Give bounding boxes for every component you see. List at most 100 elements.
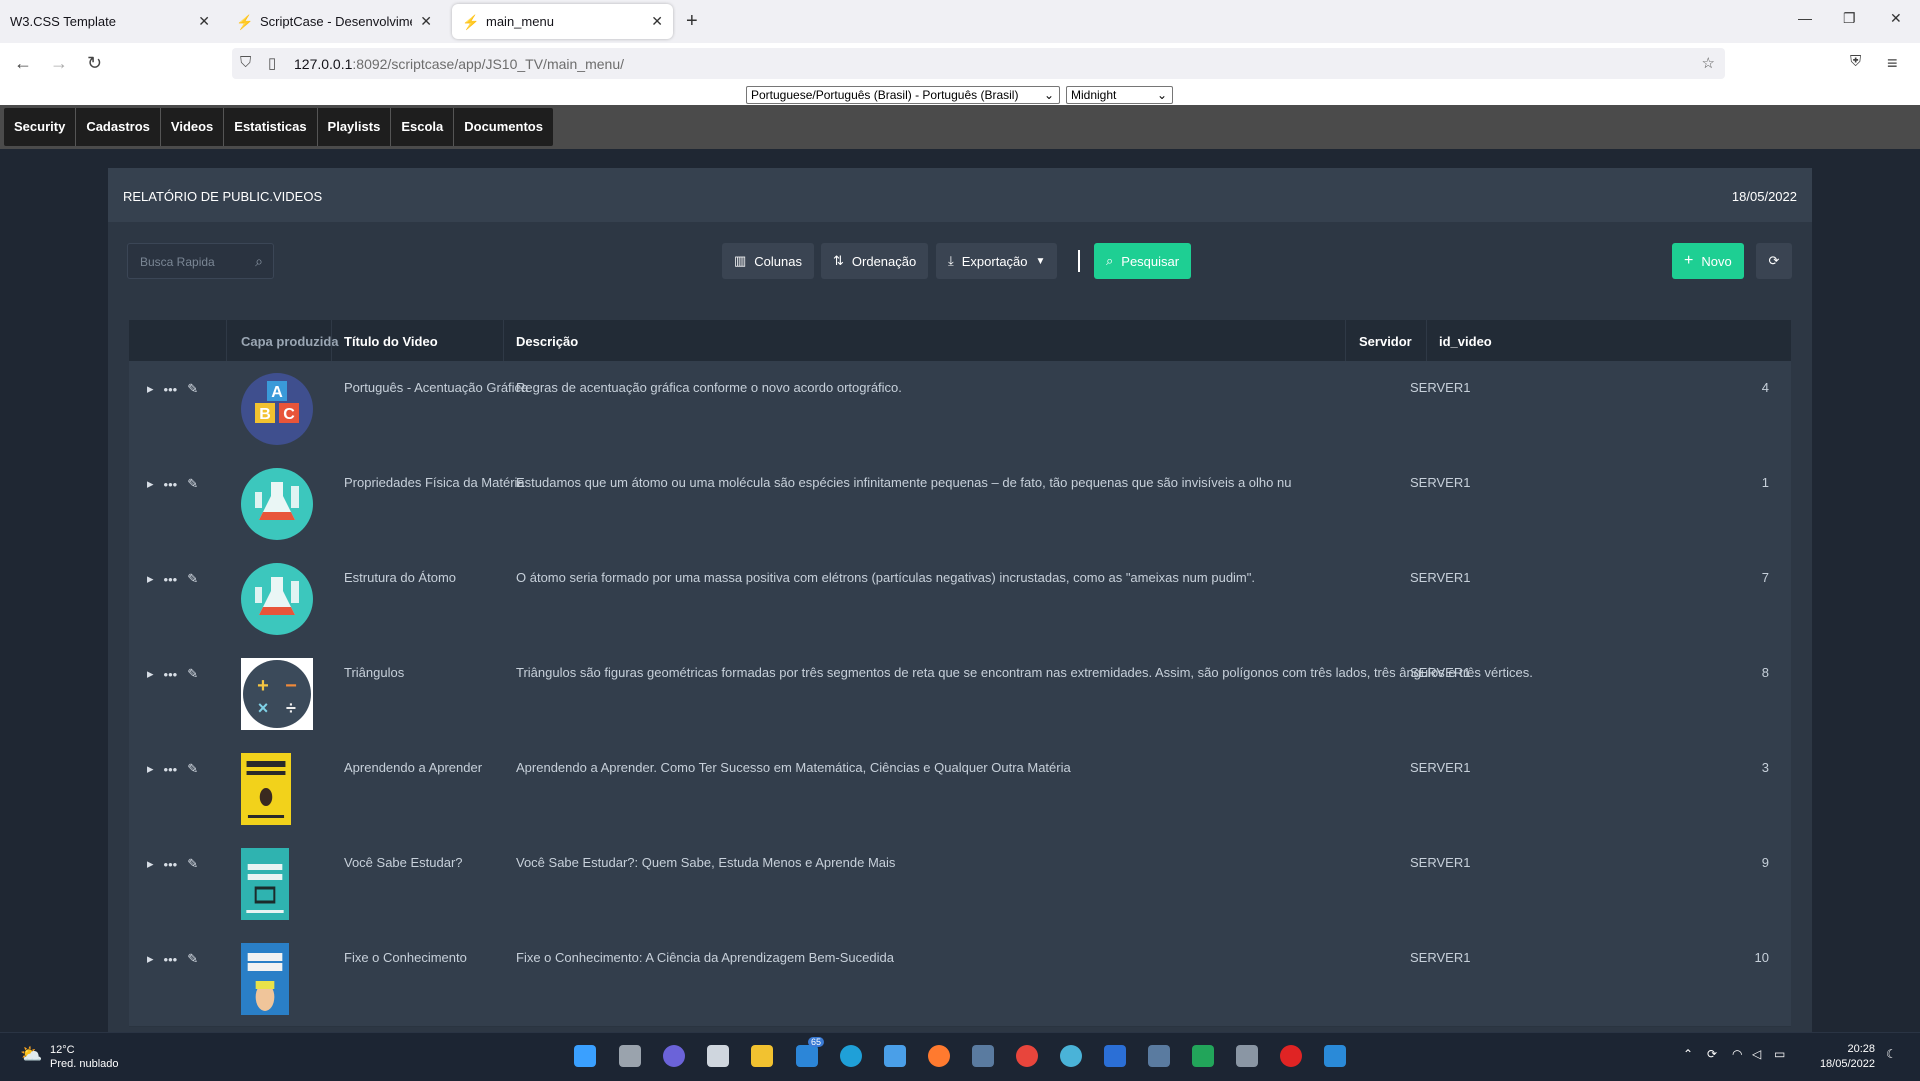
- menu-item-videos[interactable]: Videos: [161, 108, 225, 146]
- expand-caret-icon[interactable]: ▸: [147, 761, 154, 777]
- search-button[interactable]: ⌕ Pesquisar: [1094, 243, 1192, 279]
- more-dots-icon[interactable]: •••: [164, 667, 178, 682]
- forward-arrow-icon[interactable]: →: [50, 53, 68, 74]
- back-arrow-icon[interactable]: ←: [14, 53, 32, 74]
- menu-item-documentos[interactable]: Documentos: [454, 108, 553, 146]
- col-header-cover[interactable]: Capa produzida: [241, 334, 339, 349]
- table-row[interactable]: ▸ ••• ✎ Fixe o Conhecimento Fixe o Conhe…: [129, 931, 1791, 1027]
- edit-icon[interactable]: ✎: [187, 761, 198, 777]
- menu-item-playlists[interactable]: Playlists: [318, 108, 392, 146]
- calculator-icon[interactable]: [1236, 1045, 1258, 1067]
- svg-text:B: B: [259, 406, 271, 423]
- browser-tab-scriptcase[interactable]: ⚡ ScriptCase - Desenvolvimento - ✕: [226, 4, 442, 39]
- table-row[interactable]: ▸ ••• ✎ Você Sabe Estudar? Você Sabe Est…: [129, 836, 1791, 932]
- edit-icon[interactable]: ✎: [187, 856, 198, 872]
- columns-button[interactable]: ▥ Colunas: [722, 243, 814, 279]
- more-dots-icon[interactable]: •••: [164, 762, 178, 777]
- language-select[interactable]: Portuguese/Português (Brasil) - Portuguê…: [746, 86, 1060, 104]
- theme-select[interactable]: Midnight ⌄: [1066, 86, 1173, 104]
- firefox-icon[interactable]: [928, 1045, 950, 1067]
- url-bar[interactable]: ⛉ ▯ 127.0.0.1:8092/scriptcase/app/JS10_T…: [232, 48, 1725, 79]
- col-header-description[interactable]: Descrição: [516, 334, 578, 349]
- col-header-id[interactable]: id_video: [1439, 334, 1492, 349]
- pocket-icon[interactable]: ⛨: [1850, 53, 1861, 70]
- spreadsheet-icon[interactable]: [1192, 1045, 1214, 1067]
- chrome-icon[interactable]: [1016, 1045, 1038, 1067]
- cover-book-aprendendo-image: [241, 753, 291, 825]
- file-tool-icon[interactable]: [707, 1045, 729, 1067]
- new-tab-plus-icon[interactable]: +: [686, 10, 698, 33]
- row-actions: ▸ ••• ✎: [147, 951, 198, 967]
- expand-caret-icon[interactable]: ▸: [147, 381, 154, 397]
- postgres-icon[interactable]: [972, 1045, 994, 1067]
- col-header-server[interactable]: Servidor: [1359, 334, 1412, 349]
- reload-icon[interactable]: ↻: [87, 53, 102, 74]
- search-icon[interactable]: ⌕: [255, 253, 263, 270]
- window-close-icon[interactable]: ✕: [1890, 10, 1902, 27]
- bookmark-star-icon[interactable]: ☆: [1702, 54, 1715, 72]
- menu-item-estatisticas[interactable]: Estatisticas: [224, 108, 318, 146]
- more-dots-icon[interactable]: •••: [164, 857, 178, 872]
- battery-icon[interactable]: ▭: [1774, 1047, 1785, 1061]
- chat-icon[interactable]: [663, 1045, 685, 1067]
- windows-start-icon[interactable]: [574, 1045, 596, 1067]
- file-explorer-icon[interactable]: [751, 1045, 773, 1067]
- edit-icon[interactable]: ✎: [187, 666, 198, 682]
- table-row[interactable]: ▸ ••• ✎ A B C Português - Acentuação Grá…: [129, 361, 1791, 457]
- wifi-icon[interactable]: ◠: [1732, 1047, 1742, 1061]
- expand-caret-icon[interactable]: ▸: [147, 666, 154, 682]
- system-clock[interactable]: 20:28 18/05/2022: [1820, 1042, 1875, 1072]
- expand-caret-icon[interactable]: ▸: [147, 856, 154, 872]
- edit-icon[interactable]: ✎: [187, 381, 198, 397]
- volume-icon[interactable]: ◁: [1752, 1047, 1761, 1061]
- table-row[interactable]: ▸ ••• ✎ Aprendendo a Aprender Aprendendo…: [129, 741, 1791, 837]
- more-dots-icon[interactable]: •••: [164, 952, 178, 967]
- col-header-title[interactable]: Título do Video: [344, 334, 438, 349]
- expand-caret-icon[interactable]: ▸: [147, 951, 154, 967]
- hamburger-menu-icon[interactable]: ≡: [1887, 53, 1898, 74]
- browser-tab-main-menu[interactable]: ⚡ main_menu ✕: [452, 4, 673, 39]
- mail-icon[interactable]: 65: [796, 1037, 825, 1067]
- notification-icon[interactable]: ☾: [1886, 1047, 1897, 1061]
- cell-id: 9: [1761, 855, 1769, 870]
- sync-icon[interactable]: ⟳: [1707, 1047, 1717, 1061]
- more-dots-icon[interactable]: •••: [164, 572, 178, 587]
- globe-icon[interactable]: [1060, 1045, 1082, 1067]
- edge-browser-icon[interactable]: [840, 1045, 862, 1067]
- export-button[interactable]: ⤓ Exportação ▼: [936, 243, 1058, 279]
- table-row[interactable]: ▸ ••• ✎ Estrutura do Átomo O átomo seria…: [129, 551, 1791, 647]
- url-text[interactable]: 127.0.0.1:8092/scriptcase/app/JS10_TV/ma…: [294, 56, 624, 72]
- ordering-button[interactable]: ⇅ Ordenação: [821, 243, 929, 279]
- columns-icon: ▥: [734, 253, 747, 268]
- close-icon[interactable]: ✕: [420, 13, 432, 30]
- chevron-up-icon[interactable]: ⌃: [1683, 1047, 1693, 1061]
- close-icon[interactable]: ✕: [198, 13, 210, 30]
- vscode-icon[interactable]: [1324, 1045, 1346, 1067]
- task-view-icon[interactable]: [619, 1045, 641, 1067]
- edit-icon[interactable]: ✎: [187, 476, 198, 492]
- menu-item-escola[interactable]: Escola: [391, 108, 455, 146]
- browser-tab-w3css[interactable]: W3.CSS Template ✕: [0, 4, 220, 39]
- minimize-icon[interactable]: —: [1798, 10, 1812, 26]
- menu-item-security[interactable]: Security: [4, 108, 77, 146]
- new-button[interactable]: + Novo: [1672, 243, 1744, 279]
- more-dots-icon[interactable]: •••: [164, 477, 178, 492]
- word-document-icon[interactable]: [1104, 1045, 1126, 1067]
- edit-icon[interactable]: ✎: [187, 571, 198, 587]
- opera-icon[interactable]: [1280, 1045, 1302, 1067]
- expand-caret-icon[interactable]: ▸: [147, 476, 154, 492]
- shield-icon[interactable]: ⛉: [240, 54, 251, 71]
- table-row[interactable]: ▸ ••• ✎ + − × ÷ Triângulos Triângulos sã…: [129, 646, 1791, 742]
- restore-icon[interactable]: ❐: [1843, 10, 1856, 27]
- pgadmin-icon[interactable]: [1148, 1045, 1170, 1067]
- expand-caret-icon[interactable]: ▸: [147, 571, 154, 587]
- quick-search-input[interactable]: Busca Rapida ⌕: [127, 243, 274, 279]
- edit-icon[interactable]: ✎: [187, 951, 198, 967]
- table-row[interactable]: ▸ ••• ✎ Propriedades Física da Matéria E…: [129, 456, 1791, 552]
- more-dots-icon[interactable]: •••: [164, 382, 178, 397]
- close-icon[interactable]: ✕: [651, 13, 663, 30]
- refresh-button[interactable]: ⟳: [1756, 243, 1792, 279]
- notepad-icon[interactable]: [884, 1045, 906, 1067]
- menu-item-cadastros[interactable]: Cadastros: [76, 108, 161, 146]
- cell-id: 4: [1761, 380, 1769, 395]
